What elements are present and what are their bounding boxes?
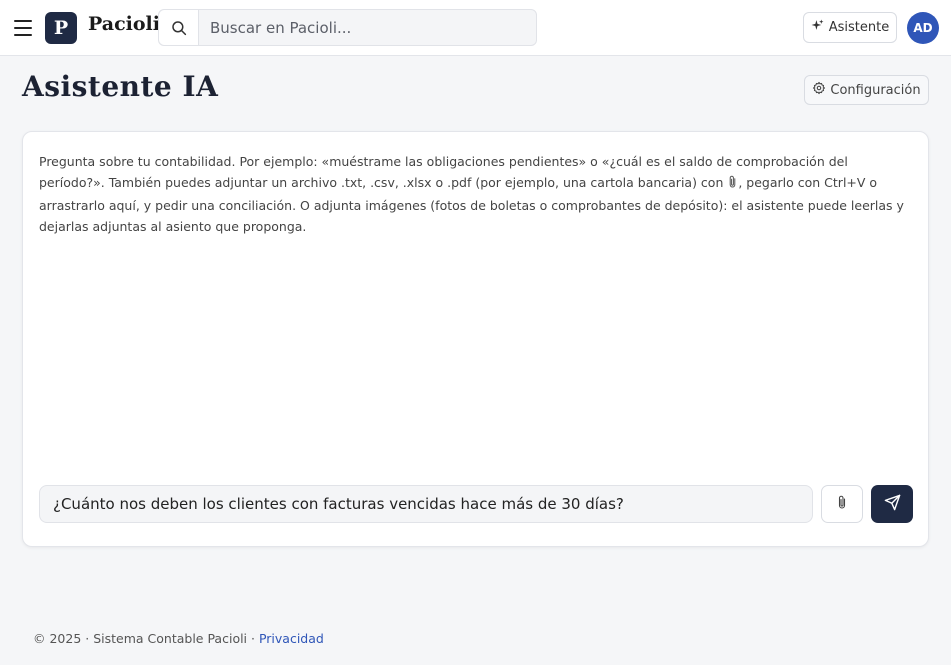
- message-input[interactable]: [40, 486, 812, 522]
- send-button[interactable]: [871, 485, 913, 523]
- chat-panel: Pregunta sobre tu contabilidad. Por ejem…: [22, 131, 929, 547]
- brand-name[interactable]: Pacioli: [88, 13, 160, 35]
- search-input[interactable]: [200, 10, 534, 45]
- gear-icon: [812, 81, 826, 99]
- sparkle-icon: [811, 19, 824, 36]
- avatar[interactable]: AD: [907, 12, 939, 44]
- search-bar: [158, 9, 537, 46]
- send-icon: [884, 494, 901, 515]
- assistant-button-label: Asistente: [828, 20, 890, 35]
- message-composer: [39, 485, 813, 523]
- config-button-label: Configuración: [830, 82, 921, 98]
- assistant-button[interactable]: Asistente: [803, 12, 897, 43]
- footer-text: © 2025 · Sistema Contable Pacioli ·: [33, 631, 259, 646]
- logo[interactable]: P: [45, 12, 77, 44]
- privacy-link[interactable]: Privacidad: [259, 631, 324, 646]
- intro-text: Pregunta sobre tu contabilidad. Por ejem…: [39, 151, 911, 237]
- top-bar: P Pacioli Asistente AD: [0, 0, 951, 56]
- attach-button[interactable]: [821, 485, 863, 523]
- paperclip-icon: [727, 174, 738, 195]
- search-icon[interactable]: [159, 10, 199, 45]
- footer: © 2025 · Sistema Contable Pacioli · Priv…: [33, 631, 324, 646]
- menu-icon[interactable]: [14, 20, 32, 36]
- page-title: Asistente IA: [22, 70, 219, 103]
- config-button[interactable]: Configuración: [804, 75, 929, 105]
- paperclip-icon: [836, 494, 848, 515]
